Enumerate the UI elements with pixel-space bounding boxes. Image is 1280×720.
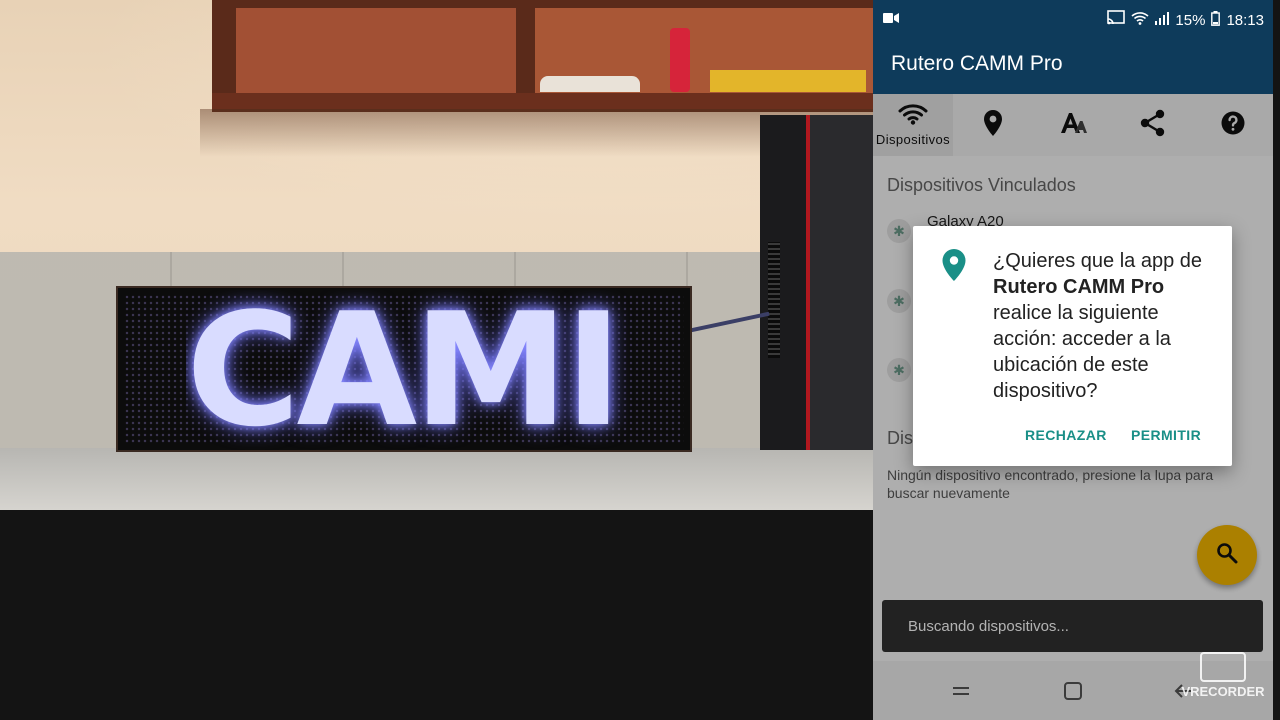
shelf-board [212, 93, 873, 109]
cups [540, 76, 640, 92]
recorder-watermark: VRECORDER [1168, 652, 1278, 700]
phone-screen: 15% 18:13 Rutero CAMM Pro Dispositivos D… [873, 0, 1273, 720]
pc-grill [768, 242, 780, 358]
dialog-message: ¿Quieres que la app de Rutero CAMM Pro r… [993, 248, 1218, 404]
location-permission-dialog: ¿Quieres que la app de Rutero CAMM Pro r… [913, 226, 1232, 466]
video-camera-icon [1200, 652, 1246, 682]
app-bar: Rutero CAMM Pro [873, 38, 1273, 94]
location-pin-icon [941, 248, 967, 287]
wifi-status-icon [1131, 11, 1149, 29]
signal-icon [1155, 11, 1170, 29]
allow-button[interactable]: PERMITIR [1131, 427, 1201, 443]
dialog-message-part: ¿Quieres que la app de [993, 250, 1203, 272]
deny-button[interactable]: RECHAZAR [1025, 427, 1107, 443]
dialog-app-name: Rutero CAMM Pro [993, 276, 1165, 298]
counter [0, 448, 873, 510]
shelf-compartment [236, 8, 516, 94]
battery-percent: 15% [1175, 11, 1206, 29]
spirit-level [710, 70, 866, 92]
clock: 18:13 [1226, 11, 1264, 29]
led-sign-text: CAMI [186, 290, 623, 450]
status-bar: 15% 18:13 [873, 0, 1273, 38]
watermark-text: VRECORDER [1181, 684, 1265, 699]
battery-icon [1211, 10, 1221, 30]
cast-icon [1107, 10, 1126, 30]
video-recording-icon [883, 11, 899, 29]
pc-tower-front [806, 115, 873, 450]
app-title: Rutero CAMM Pro [891, 52, 1063, 75]
red-tube [670, 28, 690, 92]
camera-scene: CAMI [0, 0, 873, 510]
dialog-message-part: realice la siguiente acción: acceder a l… [993, 302, 1171, 402]
